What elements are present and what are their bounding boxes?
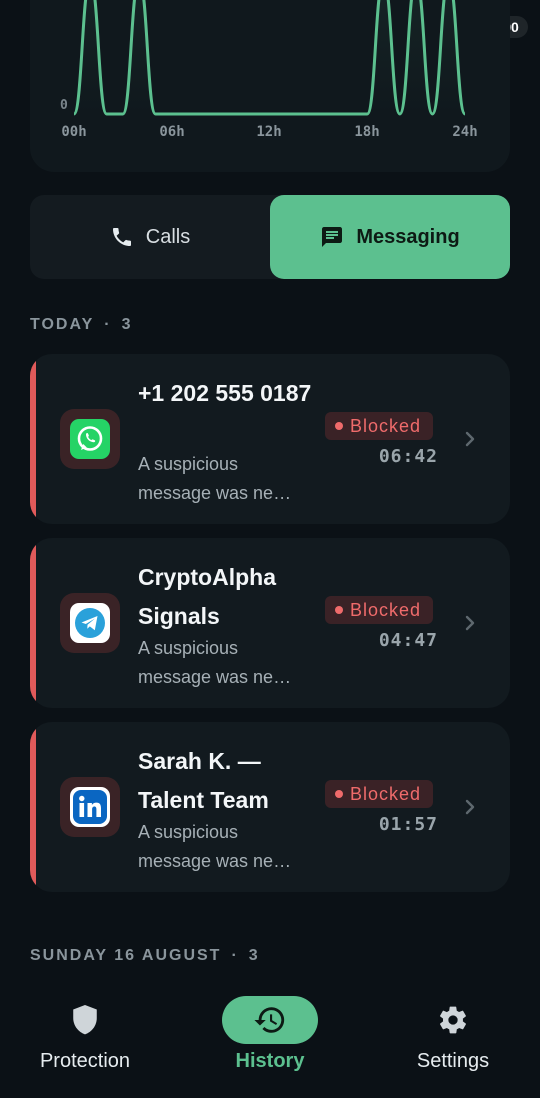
section-count: 3 <box>248 947 260 964</box>
item-title: CryptoAlpha Signals <box>138 564 276 629</box>
status-badge-label: Blocked <box>350 599 422 620</box>
channel-tabs: Calls Messaging <box>30 195 510 279</box>
x-tick-label: 18h <box>354 124 380 140</box>
history-icon <box>254 1007 285 1033</box>
item-time: 01:57 <box>378 814 438 835</box>
blocked-accent-bar <box>30 538 36 708</box>
section-count: 3 <box>121 316 133 333</box>
activity-chart-plot <box>72 0 467 116</box>
status-badge: Blocked <box>325 412 434 440</box>
tab-calls-label: Calls <box>145 225 191 248</box>
status-dot <box>335 422 343 430</box>
nav-protection[interactable]: Protection <box>37 985 133 1073</box>
blocked-accent-bar <box>30 722 36 892</box>
status-badge-label: Blocked <box>350 415 422 436</box>
item-time: 06:42 <box>378 446 438 467</box>
nav-settings-pill <box>405 996 501 1044</box>
nav-settings[interactable]: Settings <box>405 985 501 1073</box>
tab-messaging[interactable]: Messaging <box>270 195 510 279</box>
message-icon <box>322 227 343 247</box>
bottom-navigation: Protection History Settings <box>0 985 540 1098</box>
status-dot <box>335 606 343 614</box>
nav-protection-pill <box>37 996 133 1044</box>
activity-chart: 0 00h 06h 12h 18h 24h <box>30 0 510 172</box>
telegram-icon <box>70 603 110 643</box>
x-tick-label: 06h <box>159 124 185 140</box>
phone-icon <box>112 228 131 246</box>
section-header-sunday: SUNDAY 16 AUGUST · 3 <box>30 947 260 964</box>
linkedin-icon <box>70 787 110 827</box>
history-item[interactable]: CryptoAlpha Signals A suspicious message… <box>30 538 510 708</box>
gear-icon <box>440 1006 466 1034</box>
section-date: SUNDAY 16 AUGUST <box>30 947 222 964</box>
item-subtitle: A suspicious message was ne… <box>138 822 292 871</box>
status-badge-label: Blocked <box>350 783 422 804</box>
item-title: +1 202 555 0187 <box>138 380 312 406</box>
tab-calls[interactable]: Calls <box>30 195 270 279</box>
history-item[interactable]: Sarah K. — Talent Team A suspicious mess… <box>30 722 510 892</box>
nav-history[interactable]: History <box>222 985 318 1073</box>
blocked-accent-bar <box>30 354 36 524</box>
y-tick-label: 0 <box>60 98 68 113</box>
item-subtitle: A suspicious message was ne… <box>138 638 292 687</box>
status-dot <box>335 790 343 798</box>
nav-label: Settings <box>416 1050 490 1072</box>
x-tick-label: 24h <box>452 124 478 140</box>
chevron-right-icon <box>465 615 475 631</box>
x-tick-label: 00h <box>61 124 87 140</box>
x-axis-ticks: 00h 06h 12h 18h 24h <box>30 124 510 142</box>
chevron-right-icon <box>465 799 475 815</box>
app-icon-container <box>60 777 120 837</box>
chevron-right-icon <box>465 431 475 447</box>
whatsapp-icon <box>70 419 110 459</box>
history-item[interactable]: +1 202 555 0187 A suspicious message was… <box>30 354 510 524</box>
item-time: 04:47 <box>378 630 438 651</box>
x-tick-label: 12h <box>256 124 282 140</box>
tab-messaging-label: Messaging <box>356 225 460 248</box>
item-subtitle: A suspicious message was ne… <box>138 454 292 503</box>
status-badge: Blocked <box>325 780 434 808</box>
status-badge: Blocked <box>325 596 434 624</box>
app-icon-container <box>60 409 120 469</box>
section-date: TODAY <box>30 316 95 333</box>
nav-label: History <box>235 1050 305 1072</box>
app-icon-container <box>60 593 120 653</box>
item-title: Sarah K. — Talent Team <box>138 748 269 813</box>
nav-history-pill <box>222 996 318 1044</box>
nav-label: Protection <box>39 1050 131 1072</box>
section-header-today: TODAY · 3 <box>30 316 133 333</box>
shield-icon <box>73 1004 97 1035</box>
